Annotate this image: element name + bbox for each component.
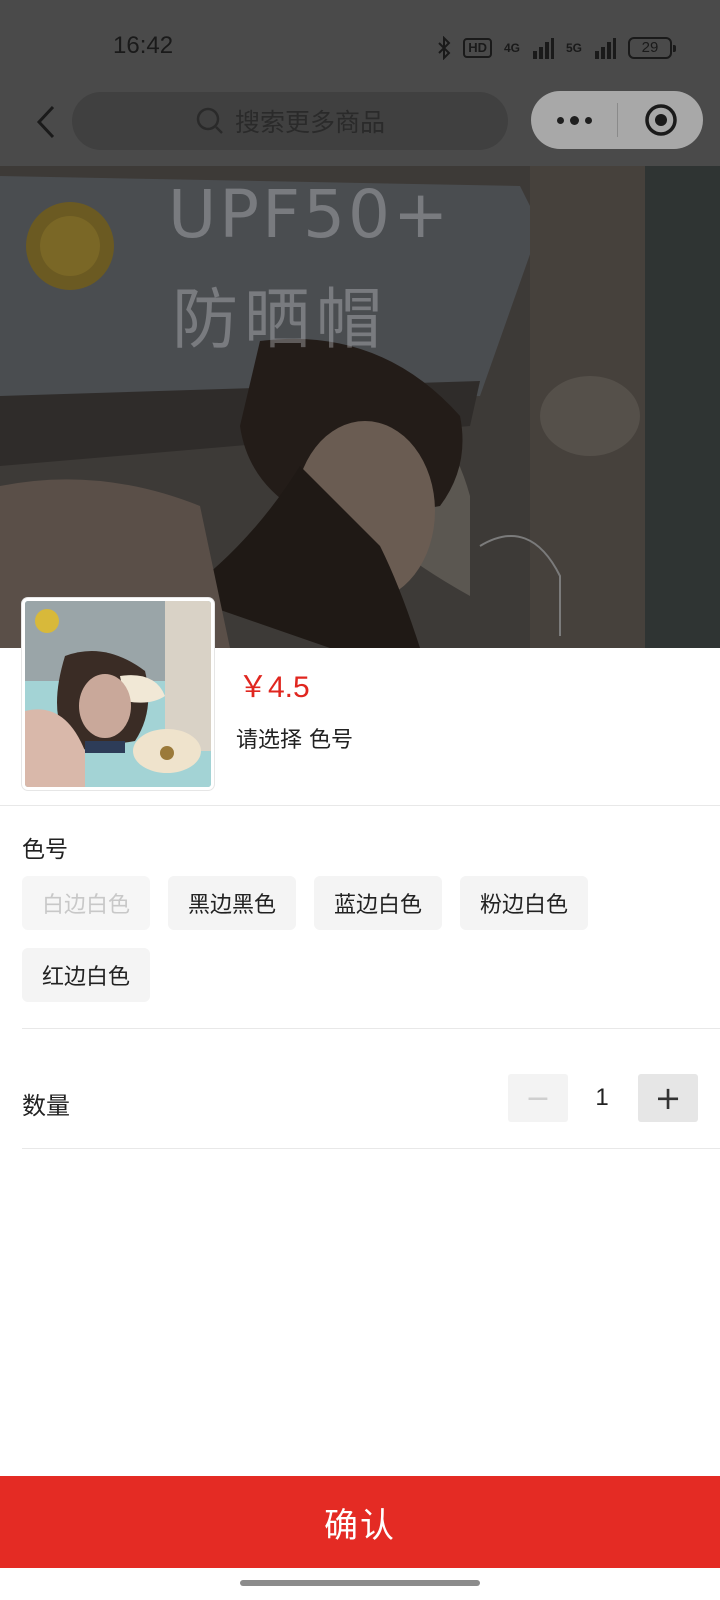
battery-icon: 29 bbox=[628, 37, 676, 59]
status-time: 16:42 bbox=[113, 32, 174, 59]
spec-option[interactable]: 白边白色 bbox=[22, 876, 150, 930]
quantity-decrement-button[interactable]: − bbox=[508, 1074, 568, 1122]
search-input[interactable]: 搜索更多商品 bbox=[72, 92, 508, 150]
hd-badge: HD bbox=[463, 38, 492, 58]
hero-overlay-text-1: UPF50+ bbox=[168, 176, 452, 253]
spec-title: 色号 bbox=[22, 837, 68, 863]
product-thumbnail[interactable] bbox=[22, 598, 214, 790]
spec-option[interactable]: 蓝边白色 bbox=[314, 876, 442, 930]
quantity-label: 数量 bbox=[22, 1092, 70, 1120]
status-icons: HD 4G 5G 29 bbox=[437, 34, 676, 62]
nav-bar: 搜索更多商品 bbox=[0, 88, 720, 164]
more-dot-icon bbox=[556, 116, 564, 124]
bluetooth-icon bbox=[438, 36, 451, 60]
more-dot-icon bbox=[569, 115, 579, 125]
mini-program-capsule bbox=[531, 91, 703, 149]
network-5g-label: 5G bbox=[565, 41, 582, 55]
close-mini-program-button[interactable] bbox=[618, 91, 703, 149]
more-button[interactable] bbox=[531, 91, 617, 149]
search-placeholder: 搜索更多商品 bbox=[234, 108, 385, 137]
target-close-icon bbox=[644, 104, 677, 136]
network-4g-label: 4G bbox=[503, 41, 520, 55]
divider bbox=[22, 1148, 720, 1149]
sku-sheet bbox=[0, 648, 720, 1600]
spec-option[interactable]: 粉边白色 bbox=[460, 876, 588, 930]
more-dot-icon bbox=[584, 116, 592, 124]
spec-option[interactable]: 黑边黑色 bbox=[168, 876, 296, 930]
hero-overlay-text-2: 防晒帽 bbox=[172, 281, 388, 358]
product-hero-image: UPF50+ 防晒帽 bbox=[0, 166, 645, 648]
chevron-left-icon bbox=[36, 105, 55, 139]
home-indicator[interactable] bbox=[240, 1580, 480, 1586]
select-hint: 请选择 色号 bbox=[236, 728, 353, 753]
thumbnail-photo-shapes bbox=[25, 601, 211, 787]
quantity-increment-button[interactable]: + bbox=[638, 1074, 698, 1122]
confirm-button[interactable]: 确认 bbox=[0, 1476, 720, 1568]
signal-icon bbox=[532, 38, 554, 59]
status-bar: 16:42 HD 4G 5G 29 bbox=[0, 0, 720, 96]
back-button[interactable] bbox=[24, 100, 68, 144]
hero-side-panel bbox=[645, 166, 720, 648]
spec-option[interactable]: 红边白色 bbox=[22, 948, 150, 1002]
signal-icon-2 bbox=[595, 38, 616, 59]
divider bbox=[0, 805, 720, 806]
price: ￥4.5 bbox=[238, 671, 310, 704]
divider bbox=[22, 1028, 720, 1029]
background-page: 16:42 HD 4G 5G 29 搜索更多商品 UPF50+ 防晒帽 bbox=[0, 0, 720, 648]
search-icon bbox=[196, 107, 223, 134]
quantity-value[interactable]: 1 bbox=[580, 1084, 624, 1112]
